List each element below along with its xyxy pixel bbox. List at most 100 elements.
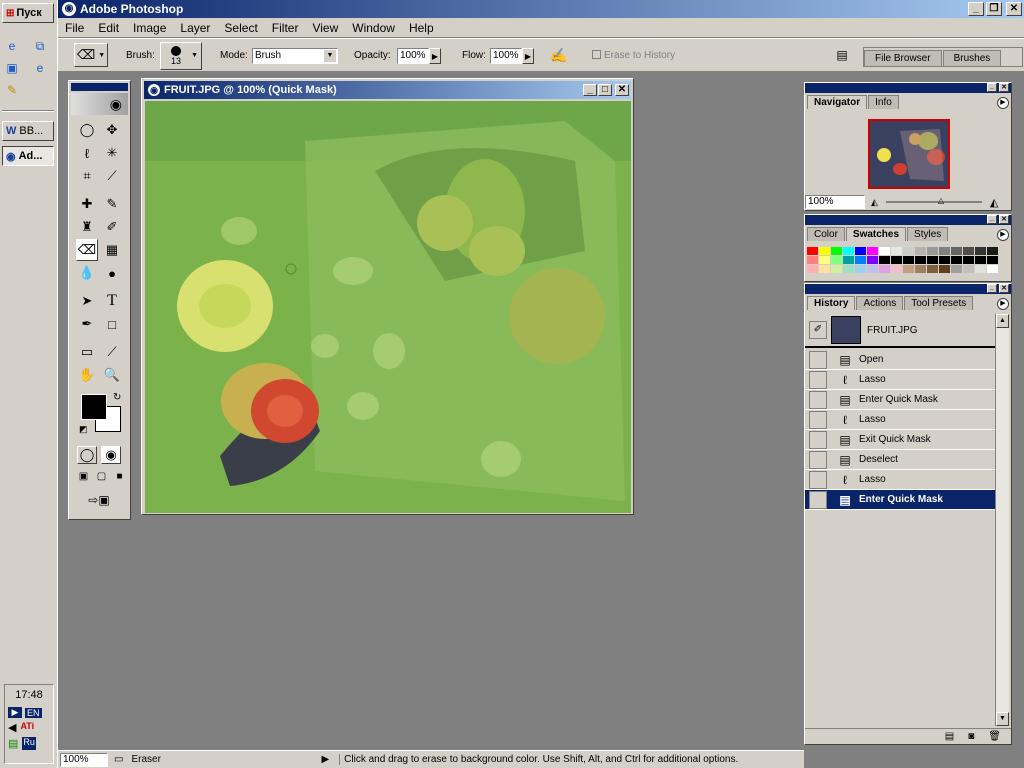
network-icon[interactable]: ⧉ bbox=[32, 38, 48, 54]
trash-icon[interactable]: 🗑 bbox=[988, 731, 1001, 742]
task-photoshop[interactable]: ◉ Ad... bbox=[2, 146, 54, 166]
ie-icon[interactable]: e bbox=[32, 60, 48, 76]
swatch[interactable] bbox=[855, 247, 866, 255]
menu-view[interactable]: View bbox=[305, 21, 345, 35]
history-brush-source-icon[interactable]: ✐ bbox=[809, 321, 827, 339]
notes-tool-icon[interactable]: ▭ bbox=[76, 341, 98, 363]
menu-image[interactable]: Image bbox=[126, 21, 173, 35]
task-word[interactable]: W BB... bbox=[2, 121, 54, 141]
swatch[interactable] bbox=[807, 265, 818, 273]
swatch[interactable] bbox=[891, 265, 902, 273]
swatch[interactable] bbox=[867, 256, 878, 264]
zoom-out-icon[interactable]: ◭ bbox=[871, 197, 878, 208]
scroll-up-button[interactable]: ▲ bbox=[996, 314, 1009, 328]
swatch[interactable] bbox=[807, 256, 818, 264]
swatch[interactable] bbox=[831, 247, 842, 255]
history-brush-checkbox[interactable] bbox=[809, 350, 827, 369]
erase-history-checkbox[interactable] bbox=[592, 50, 601, 59]
menu-file[interactable]: File bbox=[58, 21, 91, 35]
menu-help[interactable]: Help bbox=[402, 21, 441, 35]
swatch[interactable] bbox=[939, 265, 950, 273]
history-item[interactable]: ▤ Deselect bbox=[805, 450, 997, 470]
screen-mode-standard-icon[interactable]: ▣ bbox=[76, 468, 91, 484]
default-colors-icon[interactable]: ◩ bbox=[79, 424, 88, 435]
history-item[interactable]: ℓ Lasso bbox=[805, 470, 997, 490]
airbrush-icon[interactable]: ✍ bbox=[548, 45, 570, 65]
swatch[interactable] bbox=[987, 256, 998, 264]
history-brush-checkbox[interactable] bbox=[809, 490, 827, 509]
palette-titlebar[interactable]: _ ✕ bbox=[805, 83, 1011, 93]
magic-wand-icon[interactable]: ✳ bbox=[101, 142, 123, 164]
play-icon[interactable]: ▶ bbox=[8, 707, 22, 718]
tab-navigator[interactable]: Navigator bbox=[807, 95, 868, 109]
menu-edit[interactable]: Edit bbox=[91, 21, 126, 35]
palette-menu-icon[interactable]: ▶ bbox=[997, 298, 1009, 310]
swatch[interactable] bbox=[843, 265, 854, 273]
file-browser-tab[interactable]: File Browser bbox=[864, 50, 942, 66]
swatch[interactable] bbox=[903, 265, 914, 273]
type-tool-icon[interactable]: T bbox=[101, 290, 123, 312]
history-brush-checkbox[interactable] bbox=[809, 470, 827, 489]
eraser-tool-icon[interactable]: ⌫ bbox=[76, 239, 98, 261]
lasso-tool-icon[interactable]: ℓ bbox=[76, 142, 98, 164]
brushes-tab[interactable]: Brushes bbox=[942, 50, 1002, 66]
tab-info[interactable]: Info bbox=[868, 95, 899, 109]
menu-layer[interactable]: Layer bbox=[173, 21, 217, 35]
history-item[interactable]: ▤ Open bbox=[805, 350, 997, 370]
palette-close-button[interactable]: ✕ bbox=[999, 215, 1009, 224]
history-brush-checkbox[interactable] bbox=[809, 450, 827, 469]
swatch[interactable] bbox=[927, 256, 938, 264]
doc-maximize-button[interactable]: □ bbox=[598, 84, 612, 96]
swatch[interactable] bbox=[891, 256, 902, 264]
swatch[interactable] bbox=[939, 247, 950, 255]
clone-stamp-icon[interactable]: ♜ bbox=[76, 216, 98, 238]
swatch[interactable] bbox=[987, 247, 998, 255]
swatch[interactable] bbox=[855, 256, 866, 264]
palette-toggle-icon[interactable]: ▤ bbox=[834, 47, 850, 63]
swatch[interactable] bbox=[963, 256, 974, 264]
flow-input[interactable]: 100% bbox=[490, 48, 522, 64]
status-zoom-input[interactable]: 100% bbox=[60, 752, 108, 767]
quick-mask-mode-icon[interactable]: ◉ bbox=[101, 446, 121, 464]
swatch[interactable] bbox=[879, 256, 890, 264]
history-item-selected[interactable]: ▤ Enter Quick Mask bbox=[805, 490, 997, 510]
brush-picker[interactable]: 13 ▼ bbox=[160, 42, 202, 70]
dodge-tool-icon[interactable]: ● bbox=[101, 262, 123, 284]
standard-mode-icon[interactable]: ◯ bbox=[77, 446, 97, 464]
swatch[interactable] bbox=[927, 265, 938, 273]
swatch[interactable] bbox=[819, 265, 830, 273]
palette-minimize-button[interactable]: _ bbox=[987, 215, 997, 224]
path-select-icon[interactable]: ➤ bbox=[76, 290, 98, 312]
palette-minimize-button[interactable]: _ bbox=[987, 284, 997, 293]
ie-icon[interactable]: e bbox=[4, 38, 20, 54]
swatch[interactable] bbox=[879, 247, 890, 255]
swatch[interactable] bbox=[915, 256, 926, 264]
history-item[interactable]: ℓ Lasso bbox=[805, 410, 997, 430]
restore-button[interactable]: ❐ bbox=[986, 2, 1002, 16]
history-item[interactable]: ▤ Enter Quick Mask bbox=[805, 390, 997, 410]
jump-to-imageready-icon[interactable]: ⇨▣ bbox=[79, 490, 119, 510]
swatch[interactable] bbox=[963, 265, 974, 273]
palette-close-button[interactable]: ✕ bbox=[999, 284, 1009, 293]
history-item[interactable]: ▤ Exit Quick Mask bbox=[805, 430, 997, 450]
swatch[interactable] bbox=[867, 265, 878, 273]
screen-mode-full-icon[interactable]: ■ bbox=[112, 468, 127, 484]
menu-window[interactable]: Window bbox=[345, 21, 402, 35]
swatch[interactable] bbox=[951, 256, 962, 264]
eyedropper-icon[interactable]: ⟋ bbox=[101, 341, 123, 363]
history-brush-checkbox[interactable] bbox=[809, 410, 827, 429]
minimize-button[interactable]: _ bbox=[968, 2, 984, 16]
swatch[interactable] bbox=[975, 265, 986, 273]
slice-tool-icon[interactable]: ⟋ bbox=[101, 165, 123, 187]
status-menu-icon[interactable]: ▶ bbox=[321, 754, 329, 765]
history-brush-icon[interactable]: ✐ bbox=[101, 216, 123, 238]
zoom-slider-thumb[interactable]: △ bbox=[938, 196, 944, 205]
swatch[interactable] bbox=[951, 247, 962, 255]
palette-titlebar[interactable]: _ ✕ bbox=[805, 284, 1011, 294]
swatch[interactable] bbox=[903, 247, 914, 255]
toolbox-handle[interactable] bbox=[71, 83, 128, 91]
swatch[interactable] bbox=[843, 247, 854, 255]
blur-tool-icon[interactable]: 💧 bbox=[76, 262, 98, 284]
tab-tool-presets[interactable]: Tool Presets bbox=[904, 296, 974, 310]
navigator-zoom-input[interactable]: 100% bbox=[805, 195, 865, 209]
